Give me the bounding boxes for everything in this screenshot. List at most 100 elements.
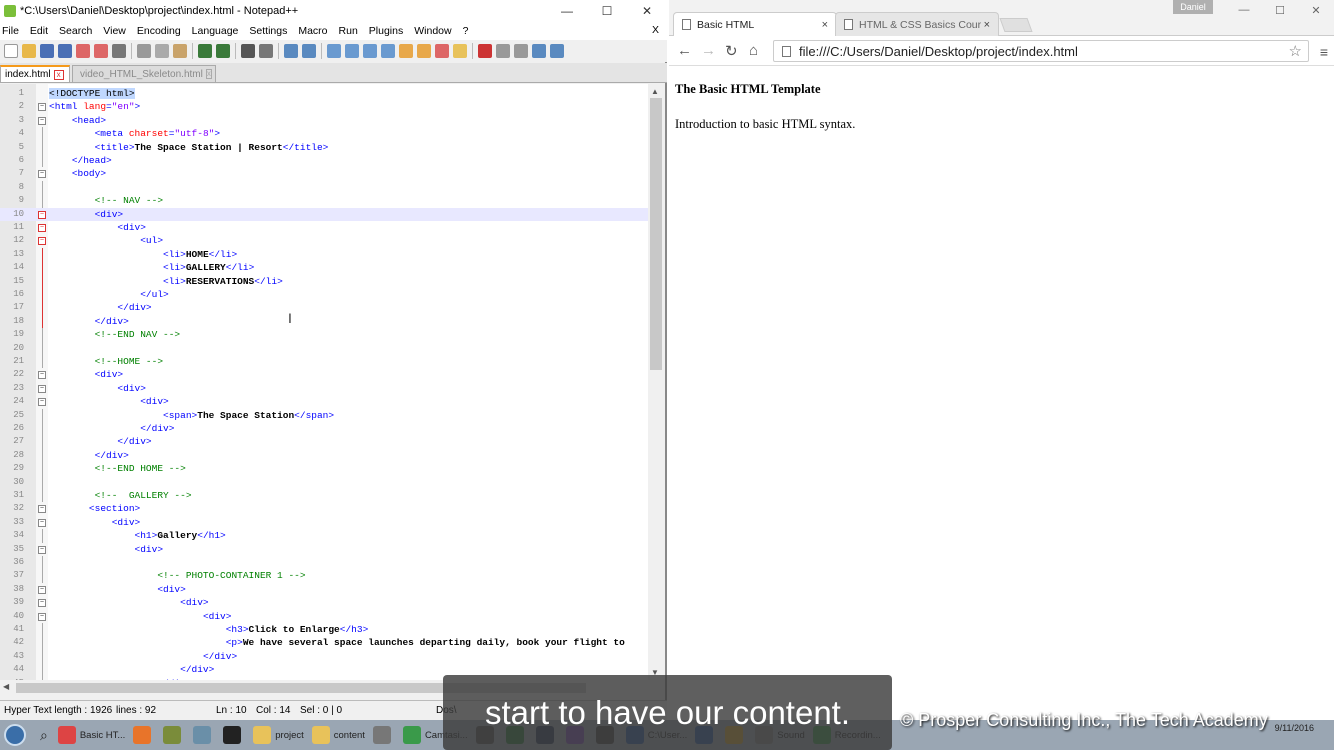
- taskbar-app-1[interactable]: Basic HT...: [57, 720, 125, 750]
- menu-item-macro[interactable]: Macro: [298, 25, 327, 37]
- undo-icon[interactable]: [198, 44, 212, 58]
- code-line[interactable]: 38 − <div>: [0, 583, 648, 596]
- code-line[interactable]: 4 <meta charset="utf-8">: [0, 127, 648, 141]
- code-line[interactable]: 33 − <div>: [0, 516, 648, 529]
- new-tab-button[interactable]: [999, 18, 1033, 32]
- show-all-chars-icon[interactable]: [363, 44, 377, 58]
- taskbar-app-8[interactable]: [372, 720, 395, 750]
- folder-workspace-icon[interactable]: [453, 44, 467, 58]
- fold-toggle-icon[interactable]: −: [38, 371, 46, 380]
- tab-close-icon[interactable]: ×: [984, 19, 990, 31]
- tab-close-icon[interactable]: x: [205, 69, 212, 79]
- word-wrap-icon[interactable]: [345, 44, 359, 58]
- paste-icon[interactable]: [173, 44, 187, 58]
- menu-item-view[interactable]: View: [103, 25, 126, 37]
- code-line[interactable]: 36: [0, 556, 648, 570]
- open-file-icon[interactable]: [22, 44, 36, 58]
- menu-item-run[interactable]: Run: [339, 25, 358, 37]
- code-line[interactable]: 19 <!--END NAV -->: [0, 328, 648, 342]
- code-line[interactable]: 22 − <div>: [0, 368, 648, 381]
- menu-item-file[interactable]: File: [2, 25, 19, 37]
- back-arrow-icon[interactable]: ←: [677, 42, 692, 59]
- fold-toggle-icon[interactable]: −: [38, 505, 46, 514]
- code-line[interactable]: 9 <!-- NAV -->: [0, 194, 648, 208]
- find-icon[interactable]: [241, 44, 255, 58]
- copy-icon[interactable]: [155, 44, 169, 58]
- menu-item-settings[interactable]: Settings: [249, 25, 287, 37]
- code-line[interactable]: 28 </div>: [0, 448, 648, 463]
- code-line[interactable]: 29 <!--END HOME -->: [0, 462, 648, 476]
- fold-toggle-icon[interactable]: −: [38, 384, 46, 393]
- new-file-icon[interactable]: [4, 44, 18, 58]
- taskbar-app-5[interactable]: [223, 720, 245, 750]
- code-line[interactable]: 16 </ul>: [0, 288, 648, 302]
- close-button[interactable]: ✕: [627, 0, 667, 22]
- search-icon[interactable]: ⌕: [40, 720, 48, 750]
- taskbar-app-7[interactable]: content: [311, 720, 365, 750]
- fold-toggle-icon[interactable]: −: [38, 518, 46, 527]
- menu-item-language[interactable]: Language: [192, 25, 239, 37]
- code-line[interactable]: 10 − <div>: [0, 207, 648, 221]
- scroll-up-icon[interactable]: ▲: [651, 87, 659, 96]
- code-line[interactable]: 32 − <section>: [0, 502, 648, 515]
- taskbar-app-2[interactable]: [133, 720, 155, 750]
- url-field[interactable]: file:///C:/Users/Daniel/Desktop/project/…: [773, 40, 1309, 62]
- code-line[interactable]: 21 <!--HOME -->: [0, 355, 648, 369]
- code-line[interactable]: 35 − <div>: [0, 543, 648, 556]
- code-line[interactable]: 5 <title>The Space Station | Resort</tit…: [0, 140, 648, 154]
- save-icon[interactable]: [40, 44, 54, 58]
- forward-arrow-icon[interactable]: →: [701, 42, 716, 59]
- menu-item-encoding[interactable]: Encoding: [137, 25, 181, 37]
- fold-toggle-icon[interactable]: −: [38, 398, 46, 407]
- home-icon[interactable]: ⌂: [749, 42, 758, 59]
- tab-video-html-skeleton[interactable]: video_HTML_Skeleton.html x: [72, 65, 216, 82]
- fold-toggle-icon[interactable]: −: [38, 237, 46, 246]
- tab-close-icon[interactable]: x: [53, 69, 64, 80]
- code-line[interactable]: 3 − <head>: [0, 114, 648, 127]
- indent-guide-icon[interactable]: [381, 44, 395, 58]
- profile-badge[interactable]: Daniel: [1173, 0, 1213, 14]
- tab-close-icon[interactable]: ×: [822, 19, 828, 31]
- menu-item-edit[interactable]: Edit: [30, 25, 48, 37]
- code-line[interactable]: 31 <!-- GALLERY -->: [0, 489, 648, 503]
- start-button[interactable]: [0, 720, 30, 750]
- code-line[interactable]: 14 <li>GALLERY</li>: [0, 261, 648, 275]
- sync-scroll-icon[interactable]: [327, 44, 341, 58]
- record-macro-icon[interactable]: [478, 44, 492, 58]
- fold-toggle-icon[interactable]: −: [38, 116, 46, 125]
- stop-macro-icon[interactable]: [496, 44, 510, 58]
- scroll-left-icon[interactable]: ◀: [3, 682, 9, 691]
- code-line[interactable]: 17 </div>: [0, 301, 648, 315]
- system-clock[interactable]: 9/11/2016: [1275, 722, 1314, 734]
- run-macro-multiple-icon[interactable]: [532, 44, 546, 58]
- menu-item-[interactable]: ?: [463, 25, 469, 37]
- taskbar-app-3[interactable]: [163, 720, 185, 750]
- close-button[interactable]: ✕: [1298, 0, 1334, 20]
- fold-toggle-icon[interactable]: −: [38, 170, 46, 179]
- play-macro-icon[interactable]: [514, 44, 528, 58]
- taskbar-app-6[interactable]: project: [253, 720, 304, 750]
- zoom-out-icon[interactable]: [302, 44, 316, 58]
- code-line[interactable]: 30: [0, 475, 648, 489]
- code-line[interactable]: 24 − <div>: [0, 395, 648, 408]
- code-line[interactable]: 2 − <html lang="en">: [0, 100, 648, 113]
- code-line[interactable]: 7 − <body>: [0, 167, 648, 180]
- menu-item-search[interactable]: Search: [59, 25, 92, 37]
- code-line[interactable]: 40 − <div>: [0, 610, 648, 623]
- menu-item-plugins[interactable]: Plugins: [369, 25, 403, 37]
- code-line[interactable]: 18 </div>: [0, 314, 648, 329]
- taskbar-app-4[interactable]: [193, 720, 215, 750]
- maximize-button[interactable]: ☐: [1262, 0, 1298, 20]
- code-line[interactable]: 11 − <div>: [0, 221, 648, 234]
- fold-toggle-icon[interactable]: −: [38, 585, 46, 594]
- cut-icon[interactable]: [137, 44, 151, 58]
- document-close-button[interactable]: X: [652, 24, 659, 36]
- close-all-icon[interactable]: [94, 44, 108, 58]
- code-line[interactable]: 12 − <ul>: [0, 234, 648, 247]
- save-all-icon[interactable]: [58, 44, 72, 58]
- code-line[interactable]: 27 </div>: [0, 435, 648, 449]
- code-line[interactable]: 23 − <div>: [0, 382, 648, 395]
- menu-item-window[interactable]: Window: [414, 25, 451, 37]
- reload-icon[interactable]: ↻: [725, 42, 738, 60]
- code-line[interactable]: 6 </head>: [0, 154, 648, 168]
